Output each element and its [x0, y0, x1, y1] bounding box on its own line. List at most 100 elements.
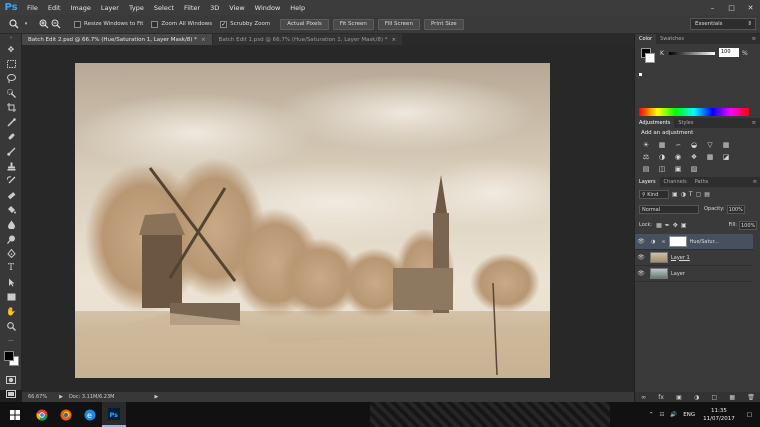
- menu-view[interactable]: View: [224, 4, 249, 12]
- foreground-color-swatch[interactable]: [4, 351, 14, 362]
- restore-icon[interactable]: □: [722, 0, 741, 15]
- menu-help[interactable]: Help: [285, 4, 310, 12]
- color-balance-icon[interactable]: ⚖: [641, 152, 651, 161]
- rectangle-tool-icon[interactable]: [0, 290, 22, 305]
- brush-tool-icon[interactable]: [0, 144, 22, 159]
- kind-filter[interactable]: ⚲ Kind: [639, 189, 669, 199]
- threshold-icon[interactable]: ◫: [657, 164, 667, 173]
- color-lookup-icon[interactable]: ▦: [705, 152, 715, 161]
- document-canvas-image[interactable]: [75, 63, 550, 378]
- link-layers-icon[interactable]: ∞: [641, 394, 646, 401]
- lock-all-icon[interactable]: ▣: [681, 222, 687, 229]
- lock-position-icon[interactable]: ✥: [673, 222, 678, 229]
- move-tool-icon[interactable]: ✥: [0, 42, 22, 57]
- levels-icon[interactable]: ▦: [657, 140, 667, 149]
- spot-healing-tool-icon[interactable]: [0, 130, 22, 145]
- close-icon[interactable]: ×: [391, 37, 396, 43]
- chevron-down-icon[interactable]: ▾: [20, 18, 32, 30]
- black-white-icon[interactable]: ◑: [657, 152, 667, 161]
- spectrum-white[interactable]: [639, 73, 642, 76]
- fill-screen-button[interactable]: Fill Screen: [377, 18, 420, 30]
- firefox-icon[interactable]: [54, 402, 78, 427]
- type-tool-icon[interactable]: T: [0, 261, 22, 276]
- gradient-map-icon[interactable]: ▨: [689, 164, 699, 173]
- windows-start-icon[interactable]: [0, 402, 30, 427]
- fx-icon[interactable]: fx: [658, 394, 664, 401]
- info-icon[interactable]: ▶: [59, 394, 63, 400]
- tab-adjustments[interactable]: Adjustments: [635, 118, 675, 128]
- collapse-icon[interactable]: »: [0, 34, 22, 42]
- menu-edit[interactable]: Edit: [43, 4, 66, 12]
- network-icon[interactable]: ☷: [659, 412, 664, 418]
- print-size-button[interactable]: Print Size: [423, 18, 464, 30]
- smart-filter-icon[interactable]: ▤: [704, 191, 710, 198]
- edge-icon[interactable]: e: [78, 402, 102, 427]
- scrubby-zoom-checkbox[interactable]: ✓ Scrubby Zoom: [220, 20, 270, 28]
- tab-channels[interactable]: Channels: [660, 179, 691, 185]
- checkbox-box[interactable]: [151, 20, 159, 28]
- layer-row[interactable]: 👁 ◑ ∞ Hue/Satur...: [635, 234, 753, 250]
- new-layer-icon[interactable]: ▦: [729, 394, 735, 401]
- paint-bucket-tool-icon[interactable]: [0, 203, 22, 218]
- tab-styles[interactable]: Styles: [674, 120, 697, 126]
- chrome-icon[interactable]: [30, 402, 54, 427]
- panel-menu-icon[interactable]: ≡: [748, 36, 760, 42]
- visibility-eye-icon[interactable]: 👁: [635, 254, 647, 261]
- crop-tool-icon[interactable]: [0, 100, 22, 115]
- photo-filter-icon[interactable]: ◉: [673, 152, 683, 161]
- tab-batch-edit-2[interactable]: Batch Edit 2.psd @ 66.7% (Hue/Saturation…: [22, 34, 212, 45]
- zoom-level[interactable]: 66.67%: [28, 394, 47, 400]
- tab-color[interactable]: Color: [635, 34, 657, 44]
- zoom-all-windows-checkbox[interactable]: Zoom All Windows: [151, 20, 212, 28]
- type-filter-icon[interactable]: T: [689, 191, 693, 198]
- link-icon[interactable]: ∞: [661, 239, 665, 245]
- color-ramp[interactable]: [639, 108, 749, 116]
- zoom-tool-icon[interactable]: [0, 319, 22, 334]
- chevron-up-icon[interactable]: ⌃: [649, 412, 654, 418]
- fill-input[interactable]: 100%: [739, 220, 757, 230]
- panel-menu-icon[interactable]: ≡: [748, 120, 760, 126]
- pixel-filter-icon[interactable]: ▣: [672, 191, 678, 198]
- status-menu-icon[interactable]: ▶: [154, 394, 158, 400]
- layer-name[interactable]: Hue/Satur...: [690, 239, 719, 245]
- exposure-icon[interactable]: ◒: [689, 140, 699, 149]
- menu-filter[interactable]: Filter: [179, 4, 205, 12]
- history-brush-tool-icon[interactable]: [0, 173, 22, 188]
- tab-layers[interactable]: Layers: [635, 177, 660, 187]
- trash-icon[interactable]: 🗑: [747, 394, 755, 401]
- layer-row[interactable]: 👁 Layer 1: [635, 250, 753, 266]
- menu-layer[interactable]: Layer: [96, 4, 124, 12]
- workspace-select[interactable]: Essentials ⇕: [690, 18, 756, 30]
- visibility-eye-icon[interactable]: 👁: [635, 238, 647, 245]
- invert-icon[interactable]: ◪: [721, 152, 731, 161]
- language-indicator[interactable]: ENG: [683, 412, 695, 418]
- adjustment-filter-icon[interactable]: ◑: [681, 191, 686, 198]
- layer-name[interactable]: Layer: [671, 271, 685, 277]
- menu-image[interactable]: Image: [65, 4, 95, 12]
- brightness-contrast-icon[interactable]: ☀: [641, 140, 651, 149]
- pen-tool-icon[interactable]: [0, 246, 22, 261]
- hue-saturation-icon[interactable]: ▦: [721, 140, 731, 149]
- zoom-in-icon[interactable]: [38, 18, 50, 30]
- k-value-input[interactable]: 100: [719, 48, 739, 57]
- eyedropper-tool-icon[interactable]: [0, 115, 22, 130]
- zoom-tool-icon[interactable]: [8, 18, 20, 30]
- close-icon[interactable]: ×: [201, 37, 206, 43]
- fit-screen-button[interactable]: Fit Screen: [332, 18, 374, 30]
- checkmark-icon[interactable]: ✓: [220, 20, 228, 28]
- vibrance-icon[interactable]: ▽: [705, 140, 715, 149]
- clone-stamp-tool-icon[interactable]: [0, 159, 22, 174]
- new-group-icon[interactable]: □: [712, 394, 718, 401]
- hand-tool-icon[interactable]: ✋: [0, 305, 22, 320]
- photoshop-taskbar-icon[interactable]: Ps: [102, 402, 126, 427]
- posterize-icon[interactable]: ▤: [641, 164, 651, 173]
- path-select-tool-icon[interactable]: [0, 276, 22, 291]
- blur-tool-icon[interactable]: [0, 217, 22, 232]
- layer-row[interactable]: 👁 Layer: [635, 266, 753, 282]
- close-icon[interactable]: ✕: [741, 0, 760, 15]
- tab-paths[interactable]: Paths: [691, 179, 713, 185]
- selective-color-icon[interactable]: ▣: [673, 164, 683, 173]
- quick-mask-icon[interactable]: [0, 372, 22, 387]
- minimize-icon[interactable]: –: [703, 0, 722, 15]
- quick-select-tool-icon[interactable]: [0, 86, 22, 101]
